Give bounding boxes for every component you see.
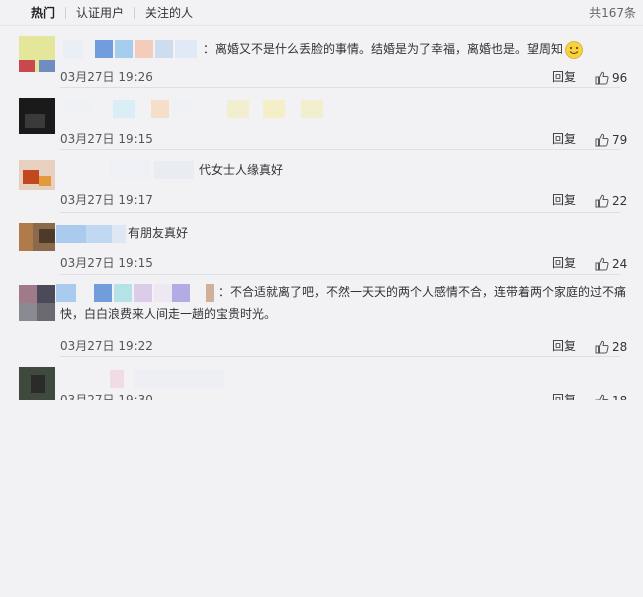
like-count: 22 xyxy=(612,194,628,208)
reply-button[interactable]: 回复 xyxy=(552,69,576,85)
comment-time: 03月27日 19:15 xyxy=(60,256,153,270)
tab-separator xyxy=(65,7,66,19)
reply-button[interactable]: 回复 xyxy=(552,131,576,147)
username-blurred[interactable] xyxy=(63,40,203,58)
like-count: 24 xyxy=(612,257,628,271)
comment-text: 代女士人缘真好 xyxy=(199,163,284,177)
avatar[interactable] xyxy=(19,160,55,190)
tab-hot[interactable]: 热门 xyxy=(31,5,55,21)
avatar[interactable] xyxy=(19,223,55,251)
divider xyxy=(60,212,620,213)
comment-time: 03月27日 19:26 xyxy=(60,70,153,84)
reply-button[interactable]: 回复 xyxy=(552,392,576,400)
avatar[interactable] xyxy=(19,285,55,321)
thumbs-up-icon xyxy=(595,394,609,400)
username-blurred[interactable] xyxy=(63,100,323,118)
reply-button[interactable]: 回复 xyxy=(552,338,576,354)
username-blurred[interactable] xyxy=(110,370,230,388)
thumbs-up-icon xyxy=(595,71,609,85)
comment-time: 03月27日 19:17 xyxy=(60,193,153,207)
comment-text: ：不合适就离了吧，不然一天天的两个人感情不合，连带着两个家庭的过不痛 xyxy=(218,285,627,299)
thumbs-up-icon xyxy=(595,257,609,271)
comment-text: ：离婚又不是什么丢脸的事情。结婚是为了幸福，离婚也是。望周知 xyxy=(203,39,583,59)
thumbs-up-icon xyxy=(595,194,609,208)
username-blurred[interactable] xyxy=(56,225,126,243)
divider xyxy=(60,356,620,357)
divider xyxy=(60,87,620,88)
comment-total-count: 共167条 xyxy=(589,6,636,20)
smile-emoji-icon xyxy=(565,40,583,59)
tab-verified-users[interactable]: 认证用户 xyxy=(76,5,124,21)
comment-text-line2: 快，白白浪费来人间走一趟的宝贵时光。 xyxy=(60,307,277,321)
reply-button[interactable]: 回复 xyxy=(552,192,576,208)
thumbs-up-icon xyxy=(595,340,609,354)
comment-time: 03月27日 19:22 xyxy=(60,339,153,353)
avatar[interactable] xyxy=(19,36,55,72)
divider xyxy=(60,274,620,275)
reply-button[interactable]: 回复 xyxy=(552,255,576,271)
like-count: 18 xyxy=(612,393,627,400)
comment-list: ：离婚又不是什么丢脸的事情。结婚是为了幸福，离婚也是。望周知 03月27日 19… xyxy=(0,26,643,400)
username-blurred[interactable] xyxy=(56,284,216,302)
comment-tabs: 热门 认证用户 关注的人 共167条 xyxy=(0,0,643,26)
divider xyxy=(60,149,620,150)
username-blurred[interactable] xyxy=(110,161,196,179)
comment-time: 03月27日 19:30 xyxy=(60,393,153,400)
avatar[interactable] xyxy=(19,98,55,134)
comment-text: 有朋友真好 xyxy=(128,226,189,240)
avatar[interactable] xyxy=(19,367,55,400)
tab-following[interactable]: 关注的人 xyxy=(145,5,193,21)
thumbs-up-icon xyxy=(595,133,609,147)
like-count: 96 xyxy=(612,71,628,85)
comment-time: 03月27日 19:15 xyxy=(60,132,153,146)
tab-separator xyxy=(134,7,135,19)
like-count: 28 xyxy=(612,340,628,354)
like-count: 79 xyxy=(612,133,628,147)
